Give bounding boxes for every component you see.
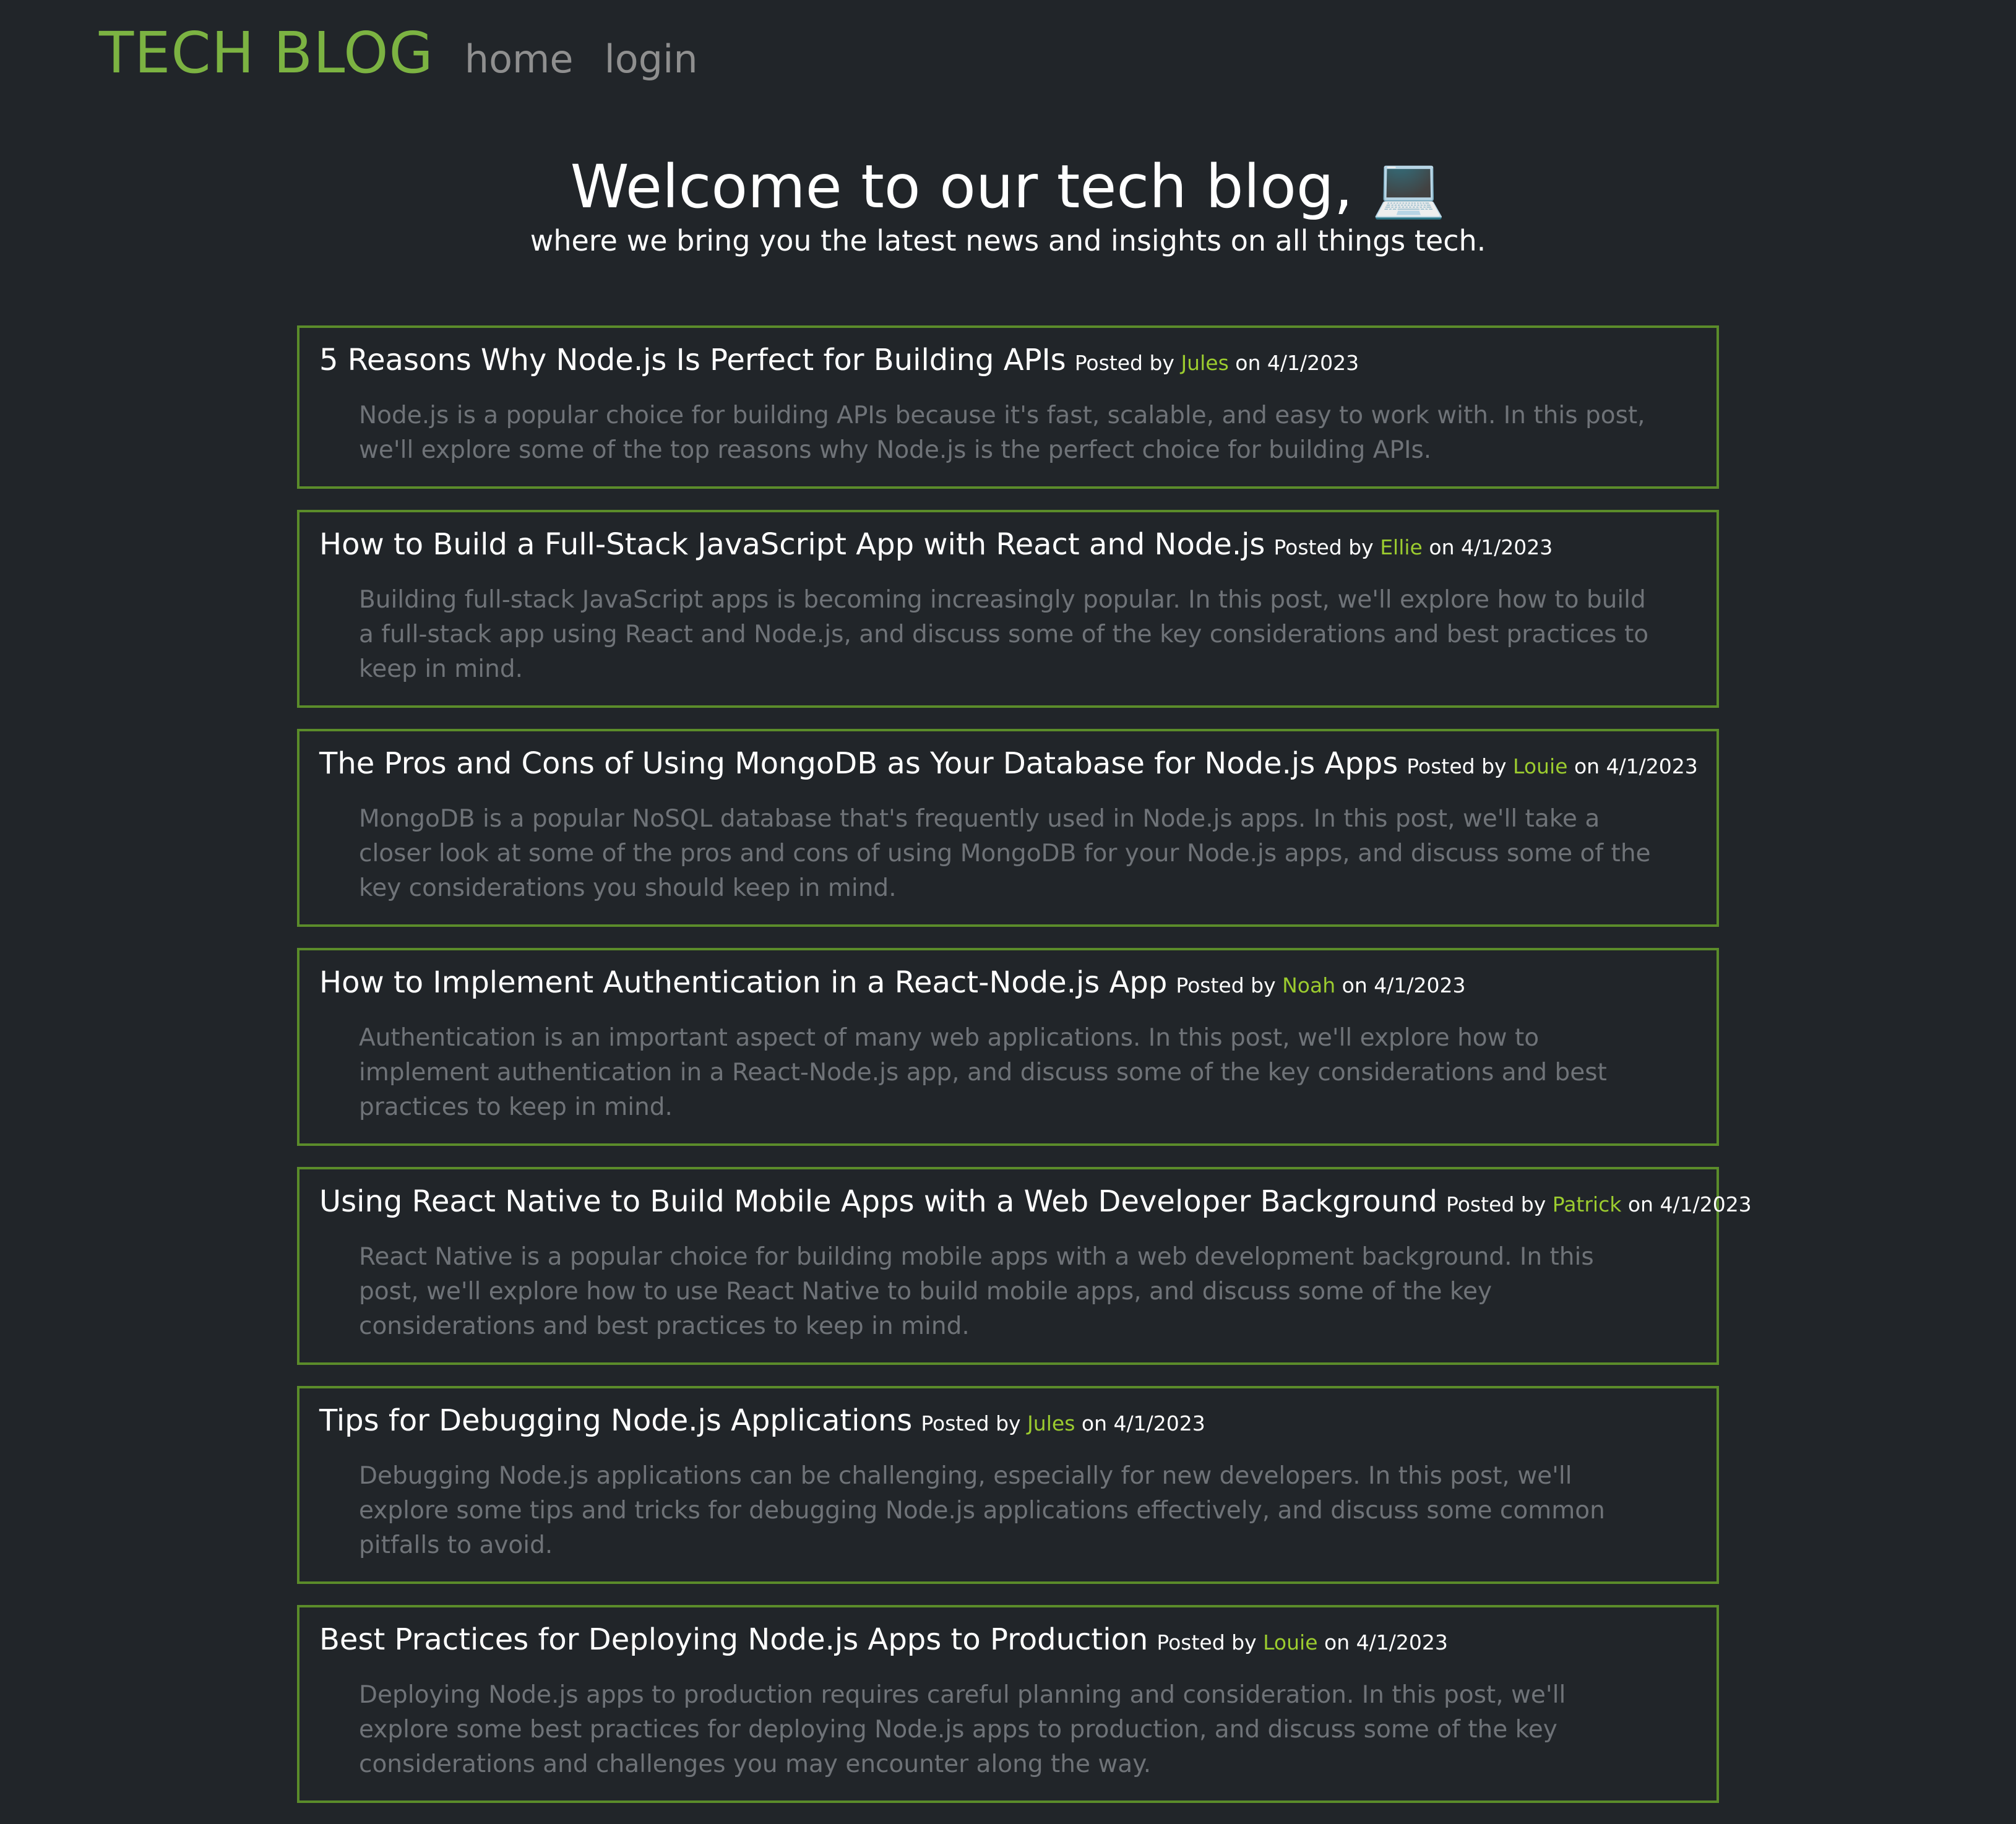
post-title[interactable]: Using React Native to Build Mobile Apps … [319, 1184, 1437, 1219]
on-label: on [1081, 1411, 1107, 1435]
post-header: The Pros and Cons of Using MongoDB as Yo… [319, 746, 1698, 781]
post-title[interactable]: 5 Reasons Why Node.js Is Perfect for Bui… [319, 343, 1066, 377]
posted-by-label: Posted by [1176, 973, 1276, 997]
post-card[interactable]: The Pros and Cons of Using MongoDB as Yo… [297, 729, 1719, 927]
post-title[interactable]: How to Implement Authentication in a Rea… [319, 965, 1167, 1000]
post-card[interactable]: 5 Reasons Why Node.js Is Perfect for Bui… [297, 325, 1719, 489]
post-author: Ellie [1380, 535, 1423, 559]
post-date: 4/1/2023 [1606, 754, 1698, 778]
posted-by-label: Posted by [1157, 1630, 1257, 1654]
post-meta: Posted by Ellie on 4/1/2023 [1273, 535, 1553, 559]
top-nav: TECH BLOG home login [99, 20, 698, 86]
post-excerpt: Authentication is an important aspect of… [359, 1024, 1607, 1121]
post-date: 4/1/2023 [1460, 535, 1553, 559]
posted-by-label: Posted by [1406, 754, 1507, 778]
post-meta: Posted by Jules on 4/1/2023 [921, 1411, 1205, 1435]
page-subtitle: where we bring you the latest news and i… [530, 223, 1486, 257]
post-author: Jules [1181, 351, 1229, 375]
post-header: Best Practices for Deploying Node.js App… [319, 1622, 1697, 1657]
posted-by-label: Posted by [921, 1411, 1021, 1435]
post-date: 4/1/2023 [1356, 1630, 1448, 1654]
post-title[interactable]: Tips for Debugging Node.js Applications [319, 1403, 912, 1438]
post-header: 5 Reasons Why Node.js Is Perfect for Bui… [319, 343, 1697, 377]
post-header: How to Implement Authentication in a Rea… [319, 965, 1697, 1000]
post-author: Louie [1513, 754, 1568, 778]
post-card[interactable]: How to Implement Authentication in a Rea… [297, 948, 1719, 1146]
post-meta: Posted by Noah on 4/1/2023 [1176, 973, 1465, 997]
post-excerpt: MongoDB is a popular NoSQL database that… [359, 805, 1651, 902]
hero: Welcome to our tech blog, 💻 where we bri… [0, 152, 2016, 258]
post-header: Tips for Debugging Node.js Applications … [319, 1403, 1697, 1438]
on-label: on [1627, 1192, 1653, 1216]
post-author: Patrick [1552, 1192, 1622, 1216]
post-excerpt: Debugging Node.js applications can be ch… [359, 1462, 1605, 1559]
post-meta: Posted by Louie on 4/1/2023 [1157, 1630, 1447, 1654]
on-label: on [1324, 1630, 1350, 1654]
post-title[interactable]: How to Build a Full-Stack JavaScript App… [319, 527, 1265, 562]
post-date: 4/1/2023 [1267, 351, 1359, 375]
post-date: 4/1/2023 [1113, 1411, 1205, 1435]
page-title: Welcome to our tech blog, 💻 [570, 152, 1446, 222]
post-excerpt: Deploying Node.js apps to production req… [359, 1681, 1566, 1778]
post-excerpt: Node.js is a popular choice for building… [359, 402, 1645, 464]
post-card[interactable]: Using React Native to Build Mobile Apps … [297, 1167, 1752, 1365]
post-author: Louie [1263, 1630, 1318, 1654]
on-label: on [1574, 754, 1600, 778]
brand-link[interactable]: TECH BLOG [99, 20, 434, 86]
on-label: on [1235, 351, 1261, 375]
post-excerpt: Building full-stack JavaScript apps is b… [359, 586, 1649, 683]
post-meta: Posted by Patrick on 4/1/2023 [1446, 1192, 1752, 1216]
post-header: How to Build a Full-Stack JavaScript App… [319, 527, 1697, 562]
posted-by-label: Posted by [1273, 535, 1374, 559]
post-title[interactable]: Best Practices for Deploying Node.js App… [319, 1622, 1148, 1657]
posted-by-label: Posted by [1074, 351, 1174, 375]
on-label: on [1429, 535, 1455, 559]
post-date: 4/1/2023 [1374, 973, 1466, 997]
nav-link-home[interactable]: home [465, 37, 574, 82]
on-label: on [1342, 973, 1368, 997]
nav-link-login[interactable]: login [605, 37, 698, 82]
post-author: Noah [1282, 973, 1336, 997]
post-header: Using React Native to Build Mobile Apps … [319, 1184, 1752, 1219]
post-meta: Posted by Jules on 4/1/2023 [1075, 351, 1359, 375]
post-card[interactable]: Best Practices for Deploying Node.js App… [297, 1605, 1719, 1803]
post-author: Jules [1027, 1411, 1075, 1435]
post-card[interactable]: How to Build a Full-Stack JavaScript App… [297, 510, 1719, 708]
post-card[interactable]: Tips for Debugging Node.js Applications … [297, 1386, 1719, 1584]
post-meta: Posted by Louie on 4/1/2023 [1406, 754, 1697, 778]
post-list: 5 Reasons Why Node.js Is Perfect for Bui… [297, 325, 1752, 1824]
post-title[interactable]: The Pros and Cons of Using MongoDB as Yo… [319, 746, 1398, 781]
post-date: 4/1/2023 [1660, 1192, 1752, 1216]
posted-by-label: Posted by [1446, 1192, 1546, 1216]
post-excerpt: React Native is a popular choice for bui… [359, 1243, 1594, 1340]
